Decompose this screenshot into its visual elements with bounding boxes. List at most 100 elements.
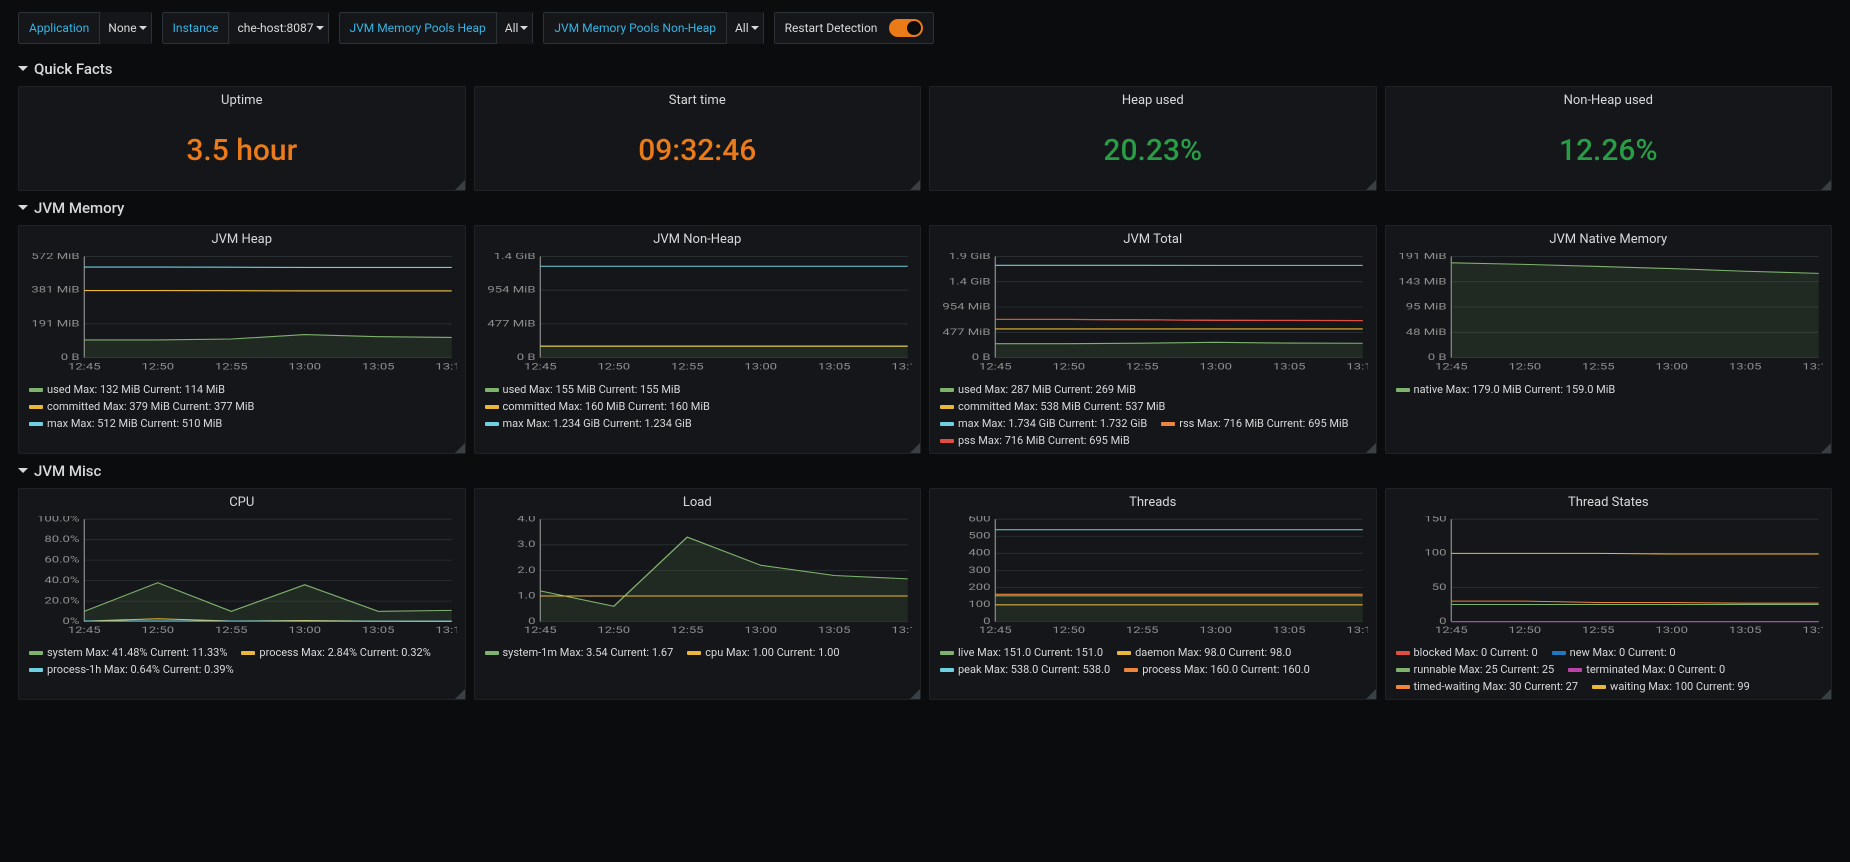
legend-swatch: [1396, 668, 1410, 672]
panel-heap-used[interactable]: Heap used 20.23%: [929, 86, 1377, 191]
resize-handle[interactable]: [455, 443, 465, 453]
legend-item[interactable]: used Max: 155 MiB Current: 155 MiB: [485, 383, 681, 396]
legend-item[interactable]: used Max: 287 MiB Current: 269 MiB: [940, 383, 1136, 396]
legend-text: max Max: 512 MiB Current: 510 MiB: [47, 417, 222, 430]
svg-text:12:50: 12:50: [1508, 360, 1541, 372]
legend-item[interactable]: committed Max: 538 MiB Current: 537 MiB: [940, 400, 1165, 413]
resize-handle[interactable]: [910, 689, 920, 699]
chart-svg: 0 B48 MiB95 MiB143 MiB191 MiB12:4512:501…: [1394, 253, 1824, 373]
legend-item[interactable]: system Max: 41.48% Current: 11.33%: [29, 646, 227, 659]
resize-handle[interactable]: [1366, 689, 1376, 699]
filter-nonheap-pools-value[interactable]: All: [726, 12, 763, 44]
resize-handle[interactable]: [1821, 180, 1831, 190]
legend-item[interactable]: committed Max: 379 MiB Current: 377 MiB: [29, 400, 254, 413]
legend-item[interactable]: process Max: 2.84% Current: 0.32%: [241, 646, 430, 659]
legend-text: terminated Max: 0 Current: 0: [1586, 663, 1725, 676]
panel-title: Load: [475, 489, 921, 512]
section-title: JVM Memory: [34, 199, 124, 217]
legend-text: used Max: 155 MiB Current: 155 MiB: [503, 383, 681, 396]
legend-item[interactable]: max Max: 1.234 GiB Current: 1.234 GiB: [485, 417, 692, 430]
resize-handle[interactable]: [1366, 443, 1376, 453]
svg-text:12:45: 12:45: [68, 625, 101, 635]
section-jvm-memory[interactable]: JVM Memory: [0, 195, 1850, 221]
resize-handle[interactable]: [1821, 689, 1831, 699]
svg-text:143 MiB: 143 MiB: [1398, 275, 1446, 287]
resize-handle[interactable]: [455, 180, 465, 190]
resize-handle[interactable]: [910, 180, 920, 190]
panel-total[interactable]: JVM Total0 B477 MiB954 MiB1.4 GiB1.9 GiB…: [929, 225, 1377, 454]
chart-body: 05010015012:4512:5012:5513:0013:0513:10: [1386, 512, 1832, 642]
legend-item[interactable]: live Max: 151.0 Current: 151.0: [940, 646, 1103, 659]
panel-title: JVM Total: [930, 226, 1376, 249]
legend-item[interactable]: runnable Max: 25 Current: 25: [1396, 663, 1555, 676]
svg-text:13:00: 13:00: [744, 625, 777, 635]
legend-item[interactable]: cpu Max: 1.00 Current: 1.00: [687, 646, 839, 659]
legend-item[interactable]: waiting Max: 100 Current: 99: [1592, 680, 1750, 693]
panel-start-time[interactable]: Start time 09:32:46: [474, 86, 922, 191]
resize-handle[interactable]: [1821, 443, 1831, 453]
stat-value: 3.5 hour: [186, 133, 297, 168]
chart-legend: used Max: 287 MiB Current: 269 MiB commit…: [930, 379, 1376, 453]
chart-legend: live Max: 151.0 Current: 151.0 daemon Max…: [930, 642, 1376, 682]
svg-text:80.0%: 80.0%: [44, 534, 79, 544]
section-quick-facts[interactable]: Quick Facts: [0, 56, 1850, 82]
panel-threads[interactable]: Threads010020030040050060012:4512:5012:5…: [929, 488, 1377, 700]
legend-item[interactable]: pss Max: 716 MiB Current: 695 MiB: [940, 434, 1130, 447]
panel-title: Threads: [930, 489, 1376, 512]
panel-load[interactable]: Load01.02.03.04.012:4512:5012:5513:0013:…: [474, 488, 922, 700]
legend-text: committed Max: 160 MiB Current: 160 MiB: [503, 400, 710, 413]
svg-text:954 MiB: 954 MiB: [942, 300, 990, 312]
panel-heap[interactable]: JVM Heap0 B191 MiB381 MiB572 MiB12:4512:…: [18, 225, 466, 454]
svg-text:100.0%: 100.0%: [37, 516, 80, 524]
jvm-misc-row: CPU0%20.0%40.0%60.0%80.0%100.0%12:4512:5…: [0, 484, 1850, 704]
legend-text: timed-waiting Max: 30 Current: 27: [1414, 680, 1579, 693]
filter-instance-value[interactable]: che-host:8087: [228, 12, 327, 44]
svg-text:12:55: 12:55: [1126, 625, 1159, 635]
panel-native[interactable]: JVM Native Memory0 B48 MiB95 MiB143 MiB1…: [1385, 225, 1833, 454]
panel-nonheap[interactable]: JVM Non-Heap0 B477 MiB954 MiB1.4 GiB12:4…: [474, 225, 922, 454]
resize-handle[interactable]: [910, 443, 920, 453]
stat-value: 09:32:46: [638, 133, 756, 168]
filter-application-value[interactable]: None: [99, 12, 150, 44]
resize-handle[interactable]: [455, 689, 465, 699]
filter-heap-pools-value[interactable]: All: [496, 12, 533, 44]
legend-item[interactable]: new Max: 0 Current: 0: [1552, 646, 1676, 659]
restart-detection-toggle[interactable]: [889, 19, 923, 37]
svg-text:40.0%: 40.0%: [44, 575, 79, 585]
legend-swatch: [1552, 651, 1566, 655]
panel-nonheap-used[interactable]: Non-Heap used 12.26%: [1385, 86, 1833, 191]
resize-handle[interactable]: [1366, 180, 1376, 190]
legend-swatch: [940, 422, 954, 426]
legend-text: committed Max: 379 MiB Current: 377 MiB: [47, 400, 254, 413]
legend-item[interactable]: peak Max: 538.0 Current: 538.0: [940, 663, 1110, 676]
panel-uptime[interactable]: Uptime 3.5 hour: [18, 86, 466, 191]
panel-cpu[interactable]: CPU0%20.0%40.0%60.0%80.0%100.0%12:4512:5…: [18, 488, 466, 700]
legend-item[interactable]: daemon Max: 98.0 Current: 98.0: [1117, 646, 1291, 659]
legend-item[interactable]: process Max: 160.0 Current: 160.0: [1124, 663, 1310, 676]
legend-item[interactable]: native Max: 179.0 MiB Current: 159.0 MiB: [1396, 383, 1616, 396]
section-jvm-misc[interactable]: JVM Misc: [0, 458, 1850, 484]
legend-item[interactable]: timed-waiting Max: 30 Current: 27: [1396, 680, 1579, 693]
legend-swatch: [687, 651, 701, 655]
legend-item[interactable]: process-1h Max: 0.64% Current: 0.39%: [29, 663, 234, 676]
legend-item[interactable]: used Max: 132 MiB Current: 114 MiB: [29, 383, 225, 396]
legend-text: used Max: 132 MiB Current: 114 MiB: [47, 383, 225, 396]
quick-facts-row: Uptime 3.5 hour Start time 09:32:46 Heap…: [0, 82, 1850, 195]
legend-item[interactable]: system-1m Max: 3.54 Current: 1.67: [485, 646, 674, 659]
chevron-down-icon: [18, 468, 28, 478]
svg-text:500: 500: [968, 531, 990, 541]
chart-body: 0 B191 MiB381 MiB572 MiB12:4512:5012:551…: [19, 249, 465, 379]
svg-text:48 MiB: 48 MiB: [1405, 326, 1446, 338]
legend-item[interactable]: rss Max: 716 MiB Current: 695 MiB: [1161, 417, 1348, 430]
legend-item[interactable]: max Max: 512 MiB Current: 510 MiB: [29, 417, 222, 430]
legend-item[interactable]: committed Max: 160 MiB Current: 160 MiB: [485, 400, 710, 413]
svg-text:300: 300: [968, 565, 990, 575]
svg-text:12:55: 12:55: [1581, 625, 1614, 635]
legend-item[interactable]: terminated Max: 0 Current: 0: [1568, 663, 1725, 676]
chevron-down-icon: [18, 205, 28, 215]
svg-text:95 MiB: 95 MiB: [1405, 300, 1446, 312]
svg-text:12:55: 12:55: [1581, 360, 1614, 372]
legend-item[interactable]: max Max: 1.734 GiB Current: 1.732 GiB: [940, 417, 1147, 430]
panel-tstates[interactable]: Thread States05010015012:4512:5012:5513:…: [1385, 488, 1833, 700]
legend-item[interactable]: blocked Max: 0 Current: 0: [1396, 646, 1538, 659]
